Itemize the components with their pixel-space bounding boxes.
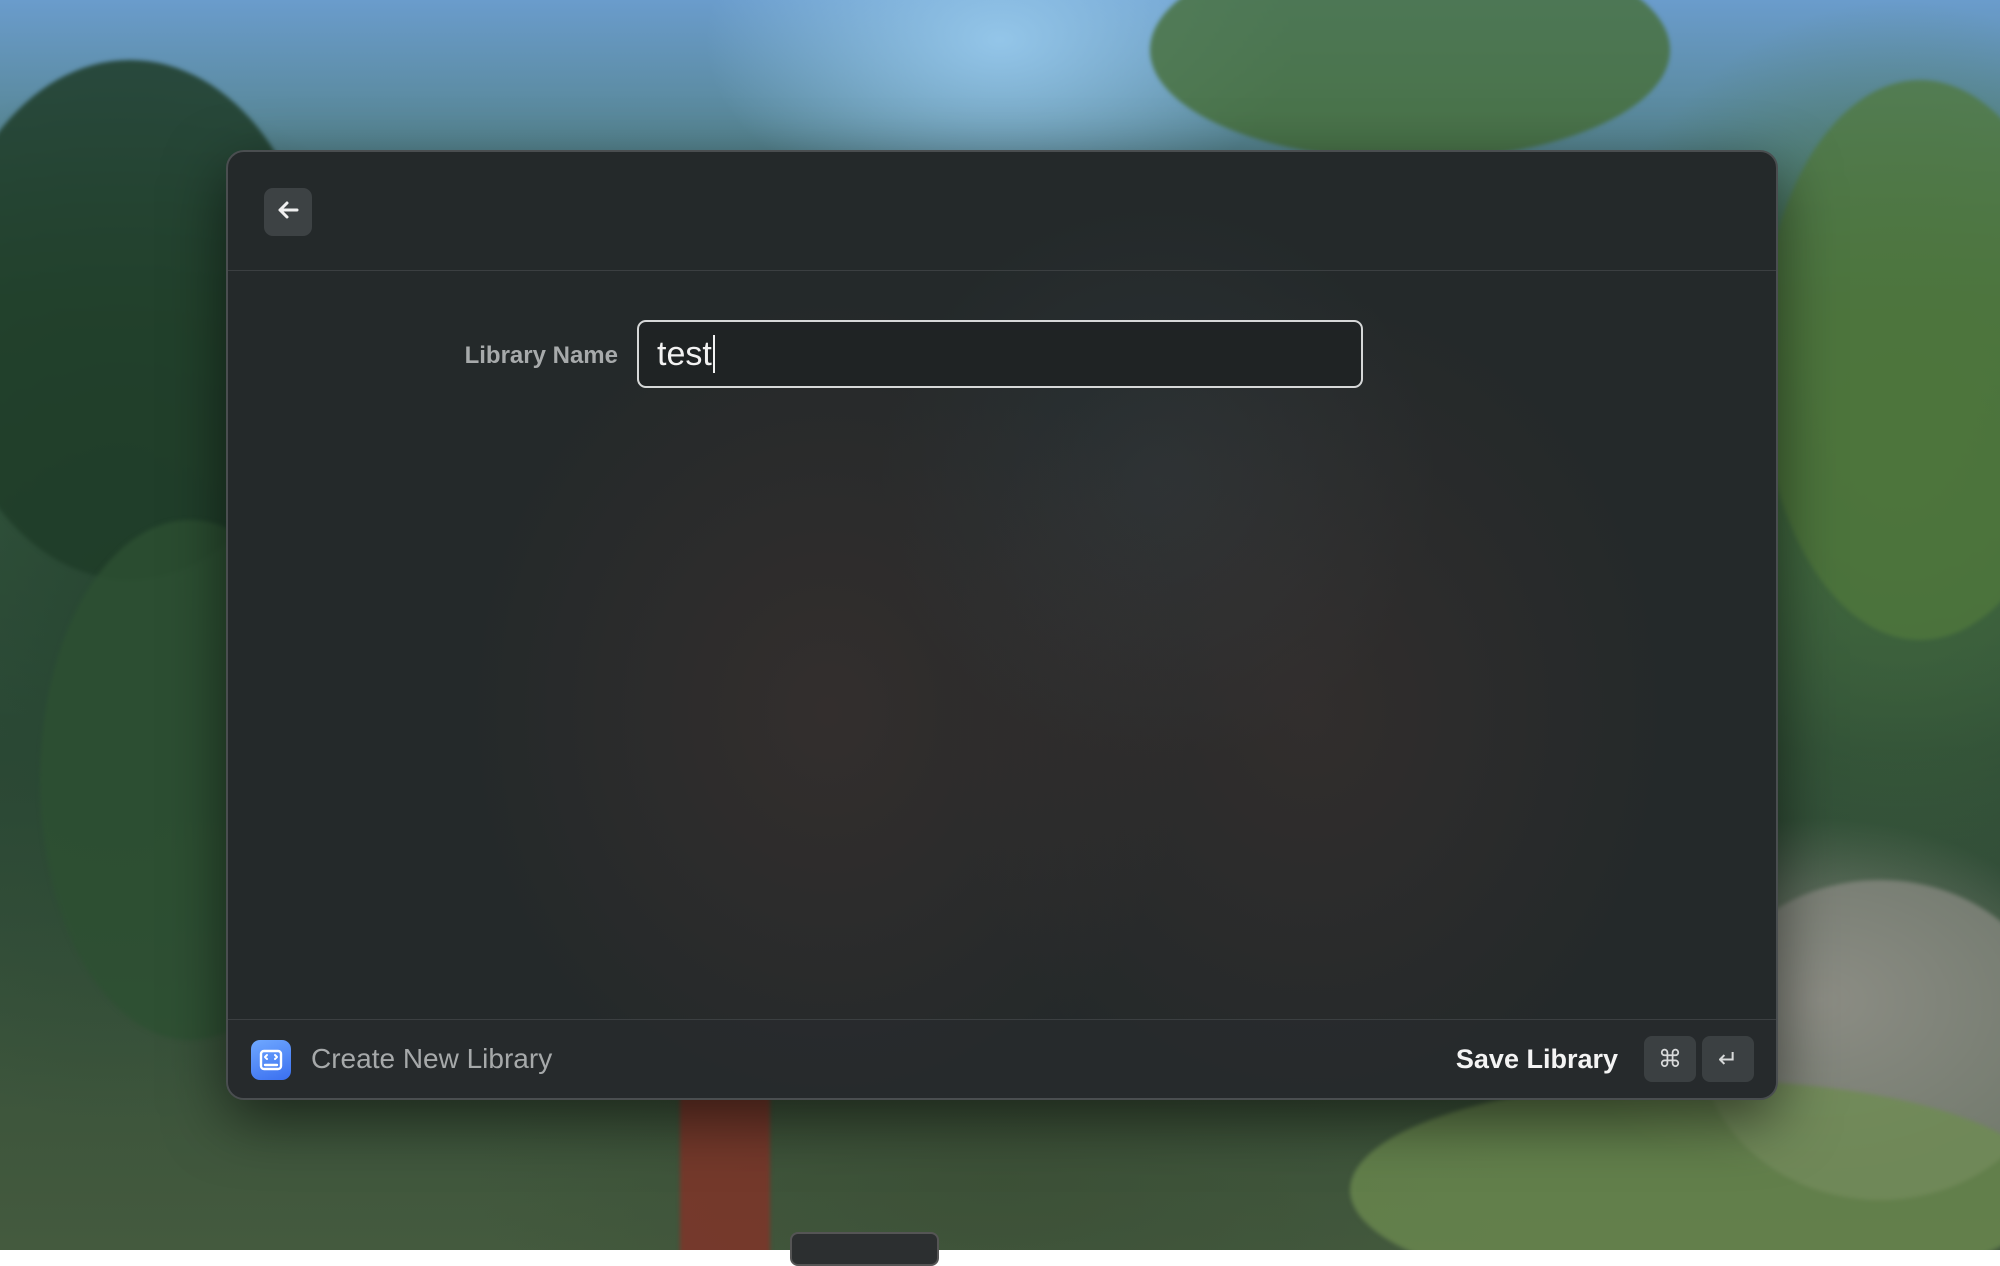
library-name-label: Library Name [464, 342, 618, 369]
text-caret [712, 335, 715, 373]
footer-title: Create New Library [311, 1043, 553, 1074]
wallpaper-foliage [1760, 80, 2000, 640]
window-header [228, 152, 1776, 271]
action-bar: Create New Library Save Library ⌘ ↵ [228, 1019, 1776, 1098]
arrow-left-icon [275, 197, 301, 228]
library-name-value: test [657, 334, 712, 373]
dock-indicator [790, 1232, 939, 1266]
save-library-button[interactable]: Save Library [1456, 1044, 1618, 1075]
return-key-icon: ↵ [1702, 1036, 1754, 1082]
library-name-row: Library Name test [228, 320, 1776, 392]
save-action: Save Library ⌘ ↵ [1456, 1035, 1754, 1083]
code-library-icon [251, 1040, 291, 1080]
wallpaper-post [680, 1090, 770, 1250]
library-name-input[interactable]: test [637, 320, 1363, 388]
wallpaper-foliage [1150, 0, 1670, 160]
back-button[interactable] [264, 188, 312, 236]
create-library-window: Library Name test Create New Library Sav… [226, 150, 1778, 1100]
wallpaper-grass [1350, 1080, 2000, 1250]
command-key-icon: ⌘ [1644, 1036, 1696, 1082]
